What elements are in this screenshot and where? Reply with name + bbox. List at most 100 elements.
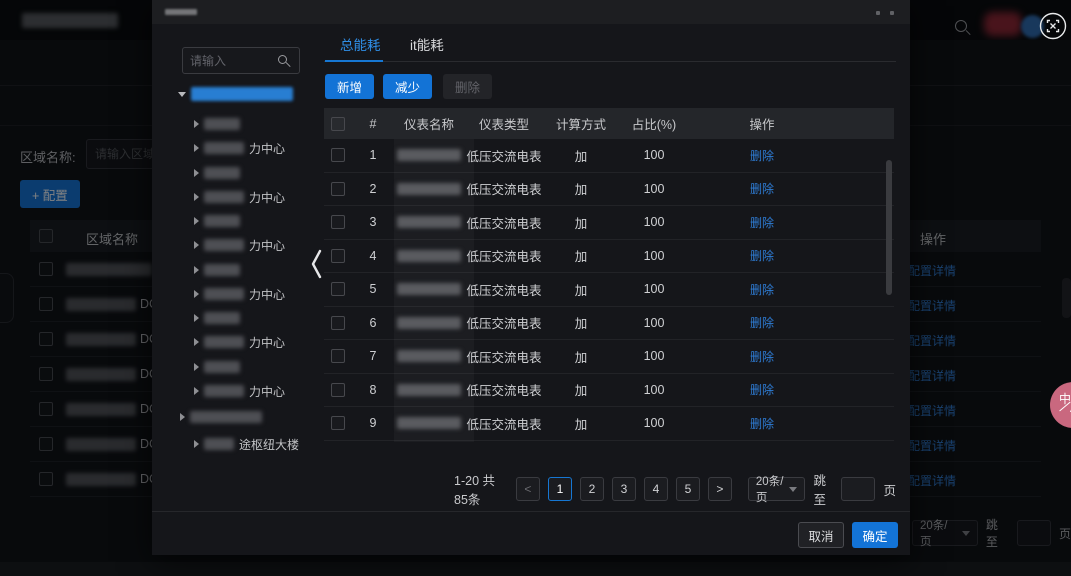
tab-total-energy[interactable]: 总能耗 [340, 34, 381, 54]
tree-node-label: 力中心 [249, 189, 285, 206]
page-button-1[interactable]: 1 [548, 477, 572, 501]
meter-table-header: # 仪表名称 仪表类型 计算方式 占比(%) 操作 [324, 108, 894, 139]
cell-index: 5 [352, 282, 394, 296]
redacted-text [397, 250, 461, 262]
search-icon [278, 55, 287, 64]
pagination-summary: 1-20 共85条 [454, 470, 508, 508]
tree-node[interactable]: 力中心 [194, 140, 285, 156]
tree-node[interactable] [194, 165, 245, 181]
caret-right-icon[interactable] [194, 363, 199, 371]
select-all-checkbox[interactable] [331, 117, 345, 131]
delete-link[interactable]: 删除 [750, 149, 774, 163]
row-checkbox[interactable] [331, 148, 345, 162]
page-button-5[interactable]: 5 [676, 477, 700, 501]
cell-percent: 100 [618, 416, 690, 430]
minimize-icon[interactable] [876, 11, 880, 15]
caret-right-icon[interactable] [194, 338, 199, 346]
tree-node[interactable] [180, 409, 267, 425]
page-button-2[interactable]: 2 [580, 477, 604, 501]
row-checkbox[interactable] [331, 282, 345, 296]
cell-meter-type: 低压交流电表 [464, 146, 544, 165]
delete-link[interactable]: 删除 [750, 182, 774, 196]
redacted-text [204, 385, 244, 397]
tree-node[interactable] [194, 116, 245, 132]
row-checkbox[interactable] [331, 349, 345, 363]
cell-index: 2 [352, 182, 394, 196]
next-page-button[interactable]: > [708, 477, 732, 501]
caret-right-icon[interactable] [194, 290, 199, 298]
row-checkbox[interactable] [331, 383, 345, 397]
delete-link[interactable]: 删除 [750, 417, 774, 431]
caret-right-icon[interactable] [194, 314, 199, 322]
tree-node-selected[interactable] [178, 86, 298, 102]
delete-link[interactable]: 删除 [750, 350, 774, 364]
caret-right-icon[interactable] [194, 217, 199, 225]
redacted-text [204, 312, 240, 324]
caret-right-icon[interactable] [194, 387, 199, 395]
column-meter-type: 仪表类型 [464, 114, 544, 133]
tree-node[interactable]: 力中心 [194, 334, 285, 350]
confirm-button[interactable]: 确定 [852, 522, 898, 548]
page-button-4[interactable]: 4 [644, 477, 668, 501]
tree-node[interactable]: 途枢纽大楼 [194, 436, 299, 452]
page-size-select[interactable]: 20条/页 [748, 477, 806, 501]
tree-node[interactable]: 力中心 [194, 237, 285, 253]
caret-down-icon[interactable] [178, 92, 186, 97]
add-button[interactable]: 新增 [325, 74, 374, 99]
row-checkbox[interactable] [331, 249, 345, 263]
caret-right-icon[interactable] [194, 266, 199, 274]
cell-calc: 加 [544, 313, 618, 332]
table-row: 4低压交流电表加100删除 [324, 240, 894, 274]
tree-search-input[interactable] [190, 52, 276, 69]
redacted-text [397, 417, 461, 429]
row-checkbox[interactable] [331, 416, 345, 430]
row-checkbox[interactable] [331, 182, 345, 196]
collapse-panel-icon[interactable] [308, 246, 324, 287]
cell-meter-type: 低压交流电表 [464, 280, 544, 299]
page-button-3[interactable]: 3 [612, 477, 636, 501]
chevron-down-icon [789, 487, 797, 492]
cell-index: 9 [352, 416, 394, 430]
redacted-text [397, 216, 461, 228]
delete-link[interactable]: 删除 [750, 216, 774, 230]
delete-link[interactable]: 删除 [750, 316, 774, 330]
caret-right-icon[interactable] [194, 144, 199, 152]
caret-right-icon[interactable] [194, 241, 199, 249]
row-checkbox[interactable] [331, 316, 345, 330]
cell-calc: 加 [544, 146, 618, 165]
cell-index: 4 [352, 249, 394, 263]
column-index: # [352, 117, 394, 131]
cell-index: 1 [352, 148, 394, 162]
reduce-button[interactable]: 减少 [383, 74, 432, 99]
tree-node[interactable] [194, 359, 245, 375]
delete-link[interactable]: 删除 [750, 383, 774, 397]
tab-it-energy[interactable]: it能耗 [410, 34, 444, 54]
tree-node[interactable] [194, 262, 245, 278]
caret-right-icon[interactable] [194, 169, 199, 177]
redacted-text [397, 149, 461, 161]
tree-node[interactable] [194, 213, 245, 229]
row-checkbox[interactable] [331, 215, 345, 229]
cancel-button[interactable]: 取消 [798, 522, 844, 548]
app-window: 首页 运维记录 × 能耗设置 机房PUE阈值 区域名称: + 配置 区域名称 操… [0, 0, 1071, 576]
tree-node[interactable]: 力中心 [194, 383, 285, 399]
tree-node[interactable]: 力中心 [194, 189, 285, 205]
tree-node[interactable]: 力中心 [194, 286, 285, 302]
redacted-text [204, 167, 240, 179]
caret-right-icon[interactable] [194, 193, 199, 201]
tree-node[interactable] [194, 310, 245, 326]
energy-tabs: 总能耗 it能耗 [324, 26, 896, 62]
caret-right-icon[interactable] [194, 120, 199, 128]
jump-page-input[interactable] [841, 477, 875, 501]
delete-link[interactable]: 删除 [750, 283, 774, 297]
prev-page-button[interactable]: < [516, 477, 540, 501]
table-scrollbar-thumb[interactable] [886, 160, 892, 295]
redacted-text [397, 317, 461, 329]
delete-button[interactable]: 删除 [443, 74, 492, 99]
redacted-text [204, 264, 240, 276]
close-icon[interactable] [890, 11, 894, 15]
caret-right-icon[interactable] [194, 440, 199, 448]
caret-right-icon[interactable] [180, 413, 185, 421]
delete-link[interactable]: 删除 [750, 249, 774, 263]
fullscreen-icon[interactable] [1039, 12, 1067, 45]
